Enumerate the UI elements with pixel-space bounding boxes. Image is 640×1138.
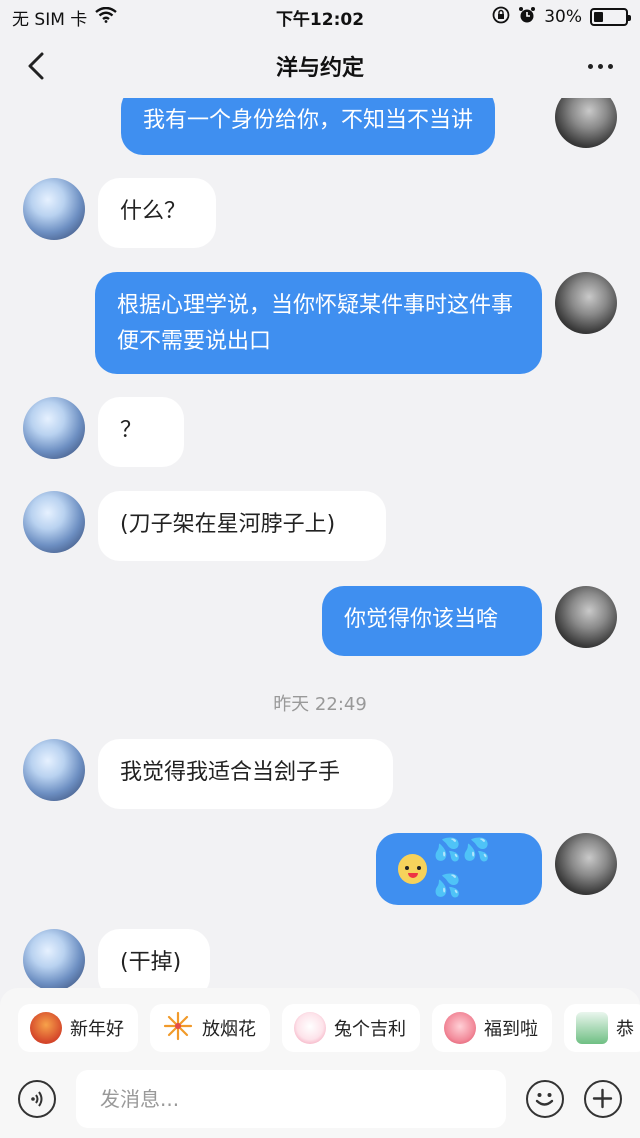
message-bubble[interactable]: ？: [98, 397, 184, 467]
status-bar: 无 SIM 卡 下午12:02 30%: [0, 0, 640, 34]
quick-reply-chip[interactable]: 新年好: [18, 1004, 138, 1052]
chip-label: 新年好: [70, 1019, 124, 1040]
avatar[interactable]: [555, 833, 617, 895]
input-bar: [0, 1068, 640, 1138]
chip-label: 兔个吉利: [334, 1019, 406, 1040]
chip-label: 福到啦: [484, 1019, 538, 1040]
smile-icon[interactable]: [526, 1080, 564, 1118]
avatar[interactable]: [555, 272, 617, 334]
message-bubble[interactable]: 你觉得你该当啥: [322, 586, 542, 656]
wifi-icon: [95, 6, 118, 28]
message-bubble[interactable]: (干掉): [98, 929, 210, 988]
message-bubble[interactable]: (刀子架在星河脖子上): [98, 491, 386, 561]
message-outgoing: 我有一个身份给你，不知当不当讲: [121, 98, 496, 155]
quick-reply-chip[interactable]: 放烟花: [150, 1004, 270, 1052]
message-bubble[interactable]: 💦💦💦: [376, 833, 542, 905]
dot: [597, 63, 603, 69]
mahjong-tile-icon: [576, 1012, 608, 1044]
quick-reply-chip[interactable]: 恭: [564, 1004, 640, 1052]
avatar[interactable]: [23, 397, 85, 459]
chat-title: 洋与约定: [275, 56, 364, 81]
status-time: 下午12:02: [275, 9, 365, 30]
smiling-face-emoji: [398, 854, 428, 884]
chevron-left-icon[interactable]: [18, 48, 54, 84]
chip-label: 放烟花: [202, 1019, 256, 1040]
carrier-label: 无 SIM 卡: [12, 9, 88, 30]
message-outgoing: 你觉得你该当啥: [322, 586, 542, 656]
sweat-droplets-emoji: 💦💦💦: [433, 838, 493, 899]
message-incoming: 我觉得我适合当刽子手: [98, 739, 393, 809]
quick-reply-chip[interactable]: 兔个吉利: [282, 1004, 420, 1052]
nav-bar: 洋与约定: [0, 34, 640, 98]
monkey-greeting-icon: [30, 1012, 62, 1044]
battery-percent: 30%: [544, 7, 582, 27]
message-bubble[interactable]: 根据心理学说，当你怀疑某件事时这件事便不需要说出口: [95, 272, 542, 374]
status-right: 30%: [492, 6, 631, 29]
more-horizontal-icon[interactable]: [582, 50, 618, 82]
dot: [607, 63, 613, 69]
message-outgoing: 根据心理学说，当你怀疑某件事时这件事便不需要说出口: [95, 272, 542, 374]
avatar[interactable]: [23, 491, 85, 553]
message-outgoing: 💦💦💦: [376, 833, 542, 905]
avatar[interactable]: [555, 586, 617, 648]
chat-area[interactable]: 我有一个身份给你，不知当不当讲 什么？ 根据心理学说，当你怀疑某件事时这件事便不…: [0, 98, 640, 988]
avatar[interactable]: [23, 178, 85, 240]
message-bubble[interactable]: 什么？: [98, 178, 216, 248]
message-input[interactable]: [76, 1070, 506, 1128]
quick-reply-chip[interactable]: 福到啦: [432, 1004, 552, 1052]
message-incoming: (刀子架在星河脖子上): [98, 491, 386, 561]
message-bubble[interactable]: 我觉得我适合当刽子手: [98, 739, 393, 809]
alarm-icon: [518, 6, 536, 29]
pig-icon: [444, 1012, 476, 1044]
battery-level: [594, 12, 603, 22]
message-bubble[interactable]: 我有一个身份给你，不知当不当讲: [121, 98, 496, 155]
rabbit-icon: [294, 1012, 326, 1044]
avatar[interactable]: [23, 739, 85, 801]
plus-icon[interactable]: [584, 1080, 622, 1118]
message-incoming: ？: [98, 397, 184, 467]
status-left: 无 SIM 卡: [12, 5, 118, 30]
voice-icon[interactable]: [18, 1080, 56, 1118]
dot: [587, 63, 593, 69]
avatar[interactable]: [555, 98, 617, 148]
firework-icon: [162, 1010, 194, 1046]
rotation-lock-icon: [492, 6, 510, 29]
emoji-row: 💦💦💦: [398, 833, 520, 905]
timestamp: 昨天 22:49: [273, 694, 367, 715]
chip-label: 恭: [616, 1019, 634, 1040]
battery-icon: [590, 8, 631, 26]
avatar[interactable]: [23, 929, 85, 988]
message-incoming: 什么？: [98, 178, 216, 248]
message-incoming: (干掉): [98, 929, 210, 988]
quick-reply-bar: 新年好 放烟花 兔个吉利 福到啦 恭: [0, 988, 640, 1068]
